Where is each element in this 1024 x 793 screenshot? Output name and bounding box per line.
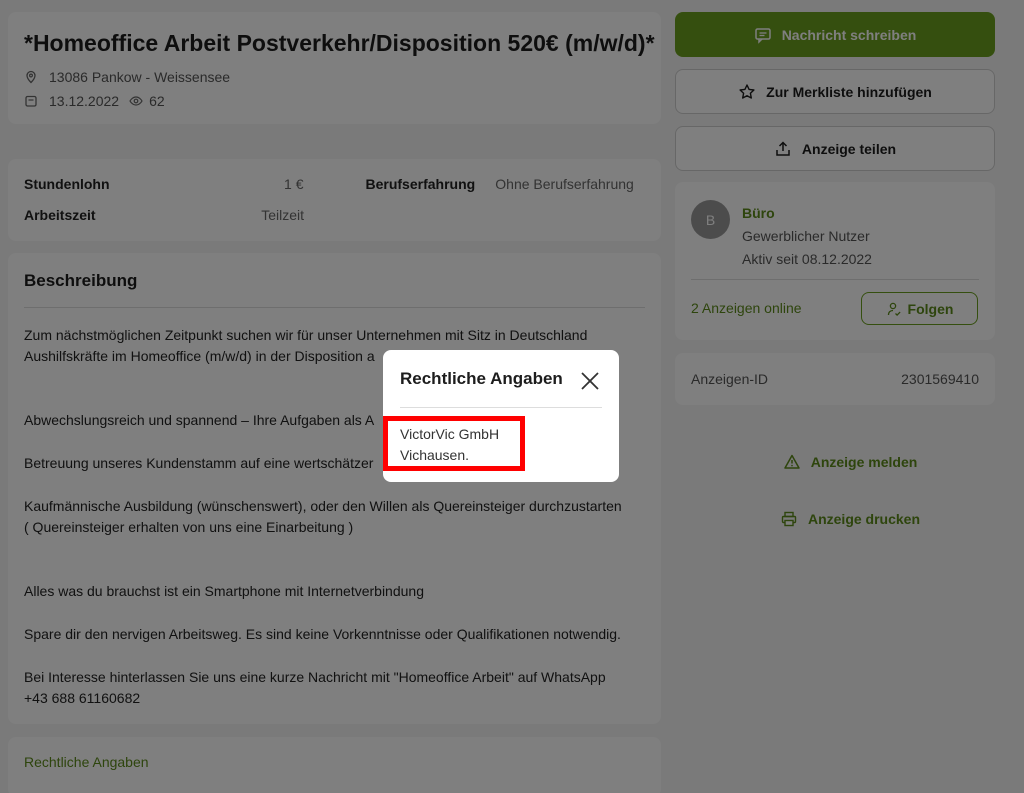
divider bbox=[400, 407, 602, 408]
legal-info-modal: Rechtliche Angaben VictorVic GmbH Vichau… bbox=[383, 350, 619, 482]
modal-title: Rechtliche Angaben bbox=[400, 369, 563, 388]
highlight-box bbox=[383, 416, 525, 471]
close-icon[interactable] bbox=[580, 371, 600, 391]
